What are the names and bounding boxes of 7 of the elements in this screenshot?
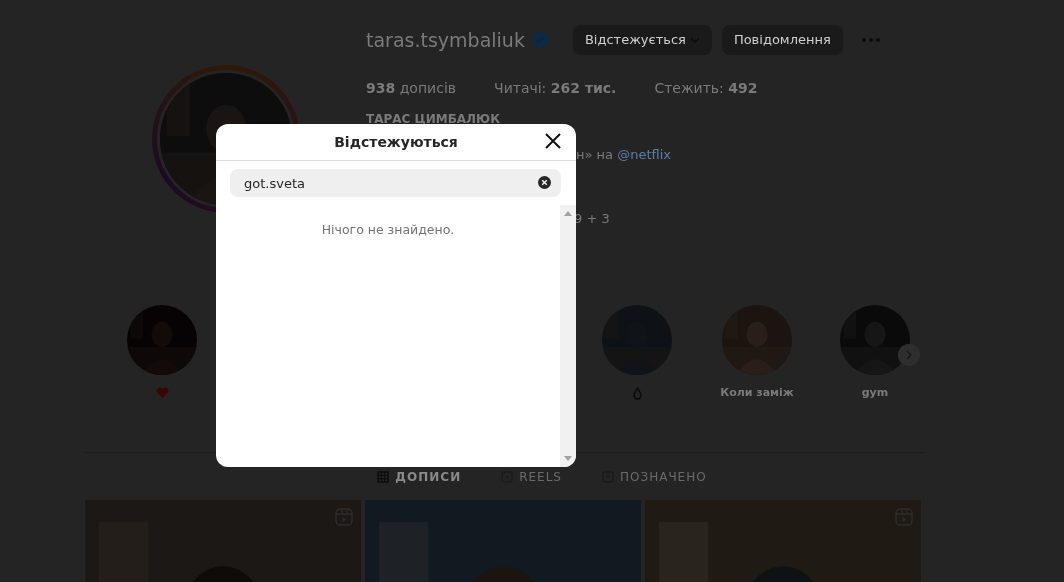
highlight-label: Коли заміж [720,385,794,401]
username: taras.tsymbaliuk [366,27,525,53]
bio-text: н» на [576,147,614,162]
full-name: ТАРАС ЦИМБАЛЮК [366,111,501,128]
highlight-label: gym [861,385,889,401]
dialog-title: Відстежуються [334,132,458,152]
empty-message: Нічого не знайдено. [320,221,456,239]
